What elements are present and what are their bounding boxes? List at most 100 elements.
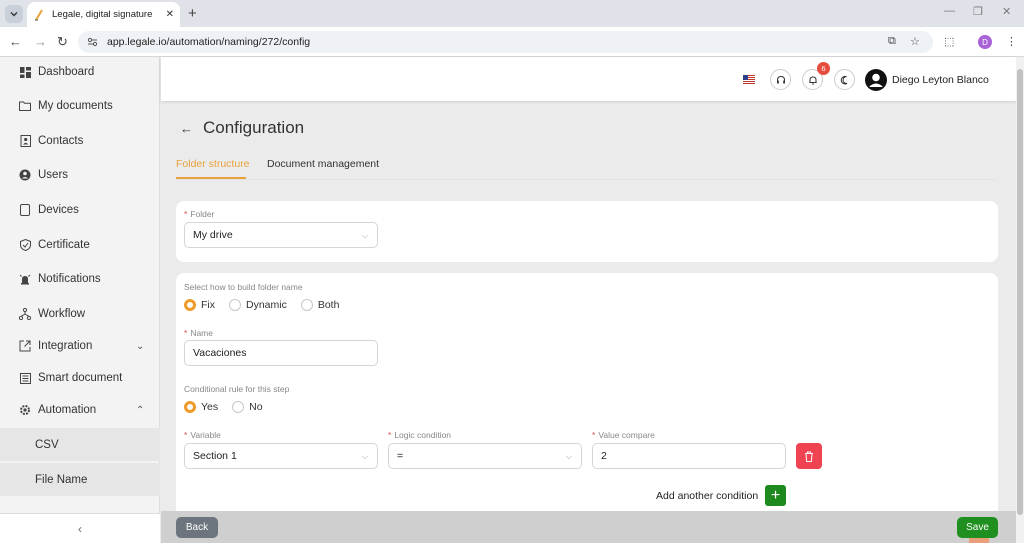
omnibox[interactable]: app.legale.io/automation/naming/272/conf…: [78, 31, 933, 53]
folder-label: * Folder: [184, 209, 214, 219]
build-method-radio-group: Fix Dynamic Both: [184, 299, 353, 311]
scrollbar-thumb[interactable]: [1017, 69, 1023, 515]
profile-avatar[interactable]: D: [978, 35, 992, 49]
sidebar-item-label: Certificate: [38, 239, 90, 251]
radio-fix[interactable]: Fix: [184, 299, 215, 311]
radio-both-label: Both: [317, 299, 340, 311]
us-flag-icon[interactable]: [743, 75, 755, 84]
help-widget-tab[interactable]: [969, 538, 989, 543]
chevron-down-icon[interactable]: ⌄: [136, 341, 144, 352]
page-scrollbar[interactable]: [1016, 57, 1024, 543]
sidebar-item-label: Dashboard: [38, 66, 95, 78]
back-button[interactable]: Back: [176, 517, 218, 538]
conditional-rule-label: Conditional rule for this step: [184, 384, 290, 394]
restore-button[interactable]: ❐: [973, 5, 983, 18]
sidebar: Dashboard My documents Contacts Users De…: [0, 57, 160, 543]
sidebar-collapse-button[interactable]: ‹: [0, 513, 160, 543]
sidebar-subitem-file-name[interactable]: File Name: [0, 463, 160, 496]
logic-condition-label-text: Logic condition: [394, 430, 452, 440]
window-close-button[interactable]: ✕: [1002, 5, 1011, 18]
device-icon: [19, 204, 31, 216]
tabs-divider: [176, 179, 997, 180]
logic-condition-value: =: [397, 450, 404, 462]
extensions-icon[interactable]: ⬚: [944, 35, 954, 48]
radio-no[interactable]: No: [232, 401, 263, 413]
reload-icon[interactable]: ↻: [57, 34, 68, 50]
user-avatar[interactable]: [865, 69, 887, 91]
save-button[interactable]: Save: [957, 517, 998, 538]
sidebar-subitem-csv[interactable]: CSV: [0, 428, 160, 461]
sidebar-item-certificate[interactable]: Certificate: [0, 230, 160, 260]
radio-both[interactable]: Both: [300, 299, 340, 311]
chevron-down-icon: ⌵: [361, 452, 368, 461]
external-link-icon: [19, 340, 31, 352]
add-condition-button[interactable]: +: [765, 485, 786, 506]
user-icon: [19, 169, 31, 181]
sidebar-item-my-documents[interactable]: My documents: [0, 91, 160, 121]
chevron-down-icon: ⌵: [565, 452, 572, 461]
radio-both-control[interactable]: [300, 299, 313, 311]
minimize-button[interactable]: —: [944, 5, 955, 17]
delete-condition-button[interactable]: [796, 443, 822, 469]
support-button[interactable]: [770, 69, 791, 90]
back-nav-icon[interactable]: ←: [9, 34, 22, 49]
back-arrow-icon[interactable]: ←: [180, 121, 193, 136]
folder-label-text: Folder: [190, 209, 215, 219]
radio-dynamic-control[interactable]: [229, 299, 241, 311]
sidebar-item-dashboard[interactable]: Dashboard: [0, 57, 160, 87]
variable-label: * Variable: [184, 430, 221, 440]
sidebar-item-integration[interactable]: Integration ⌄: [0, 331, 160, 361]
tab-folder-structure[interactable]: Folder structure: [176, 158, 250, 170]
radio-no-control[interactable]: [232, 401, 245, 413]
url-text[interactable]: app.legale.io/automation/naming/272/conf…: [107, 36, 310, 48]
required-marker: *: [184, 209, 188, 219]
theme-toggle-button[interactable]: [834, 69, 855, 90]
user-name[interactable]: Diego Leyton Blanco: [892, 74, 989, 86]
variable-select[interactable]: Section 1 ⌵: [184, 443, 378, 469]
sidebar-item-users[interactable]: Users: [0, 160, 160, 190]
tab-document-management[interactable]: Document management: [267, 158, 379, 170]
chevron-down-icon: ⌵: [361, 231, 368, 240]
value-compare-input[interactable]: 2: [592, 443, 786, 469]
dashboard-icon: [19, 66, 31, 78]
radio-dynamic[interactable]: Dynamic: [229, 299, 287, 311]
shield-check-icon: [19, 239, 31, 251]
site-settings-icon[interactable]: [87, 37, 98, 47]
required-marker: *: [184, 430, 188, 440]
name-label-text: Name: [190, 328, 213, 338]
browser-menu-icon[interactable]: ⋮: [1006, 35, 1017, 48]
sidebar-item-contacts[interactable]: Contacts: [0, 126, 160, 156]
name-input-value: Vacaciones: [193, 347, 247, 359]
sidebar-item-label: Workflow: [38, 308, 86, 320]
name-input[interactable]: Vacaciones: [184, 340, 378, 366]
sidebar-item-notifications[interactable]: Notifications: [0, 264, 160, 294]
chevron-up-icon[interactable]: ⌃: [136, 405, 144, 416]
install-app-icon[interactable]: ⧉: [888, 35, 896, 48]
gear-icon: [19, 404, 31, 416]
active-tab-indicator: [176, 177, 246, 179]
tab-close-icon[interactable]: ✕: [166, 9, 174, 20]
sidebar-item-automation[interactable]: Automation ⌃: [0, 395, 160, 425]
radio-fix-control[interactable]: [184, 299, 196, 311]
tab-search-button[interactable]: [5, 5, 23, 23]
new-tab-button[interactable]: +: [188, 5, 197, 22]
bookmark-star-icon[interactable]: ☆: [910, 35, 920, 48]
sidebar-item-label: Contacts: [38, 135, 84, 147]
radio-yes-control[interactable]: [184, 401, 196, 413]
workflow-icon: [19, 308, 31, 320]
forward-nav-icon[interactable]: →: [34, 34, 47, 49]
browser-tab-title: Legale, digital signature: [52, 9, 153, 20]
folder-select[interactable]: My drive ⌵: [184, 222, 378, 248]
headset-icon: [776, 75, 785, 83]
page-title: Configuration: [203, 118, 305, 137]
name-label: * Name: [184, 328, 213, 338]
sidebar-item-smart-document[interactable]: Smart document: [0, 363, 160, 393]
radio-yes[interactable]: Yes: [184, 401, 218, 413]
logic-condition-select[interactable]: = ⌵: [388, 443, 582, 469]
sidebar-item-devices[interactable]: Devices: [0, 195, 160, 225]
browser-tab[interactable]: Legale, digital signature ✕: [27, 2, 180, 27]
user-icon: [869, 73, 883, 87]
value-compare-label: * Value compare: [592, 430, 655, 440]
sidebar-item-workflow[interactable]: Workflow: [0, 299, 160, 329]
value-compare-label-text: Value compare: [598, 430, 655, 440]
